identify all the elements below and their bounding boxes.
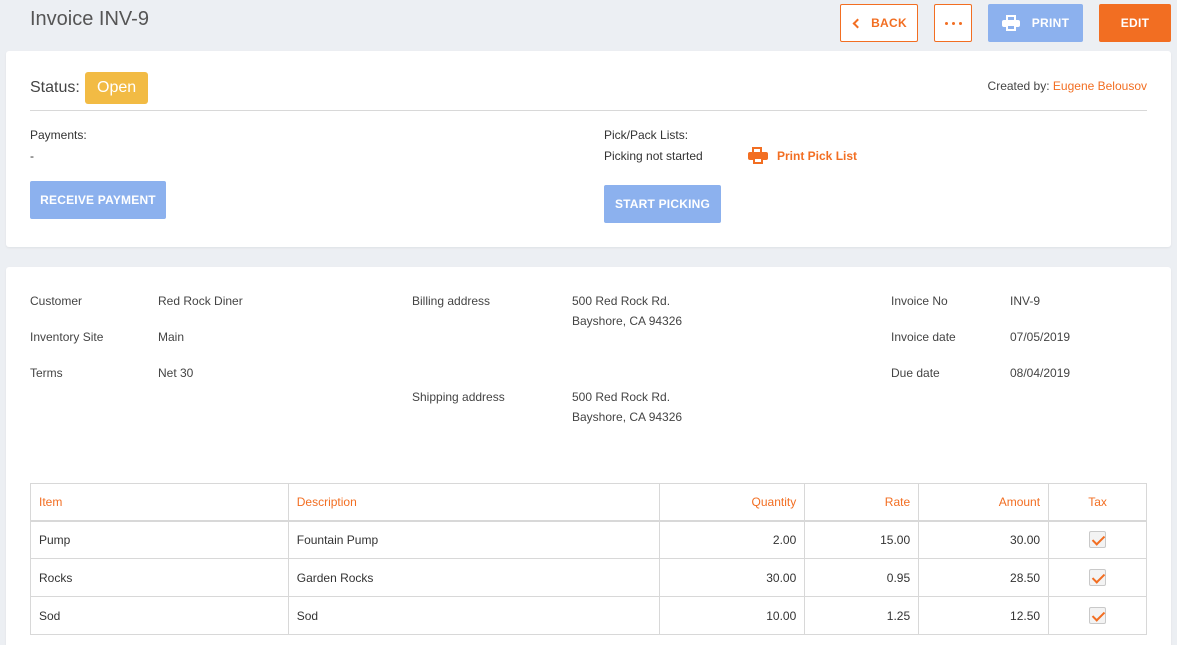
- cell-description: Garden Rocks: [287, 558, 661, 597]
- chevron-left-icon: [852, 18, 863, 28]
- printer-icon: [1001, 15, 1020, 31]
- cell-description: Sod: [287, 596, 661, 635]
- cell-quantity: 10.00: [659, 596, 806, 635]
- billing-address-label: Billing address: [412, 294, 491, 308]
- table-row: Pump Fountain Pump 2.00 15.00 30.00: [30, 520, 1147, 559]
- created-by-label: Created by:: [987, 79, 1050, 93]
- terms-label: Terms: [30, 366, 63, 380]
- cell-tax: [1048, 558, 1147, 597]
- pick-pack-label: Pick/Pack Lists:: [604, 128, 689, 142]
- cell-rate: 15.00: [804, 520, 920, 559]
- cell-tax: [1048, 520, 1147, 559]
- more-actions-button[interactable]: [934, 4, 972, 42]
- created-by: Created by: Eugene Belousov: [988, 79, 1147, 93]
- customer-label: Customer: [30, 294, 83, 308]
- invoice-no-label: Invoice No: [891, 294, 948, 308]
- column-header-tax: Tax: [1048, 483, 1147, 521]
- table-row: Rocks Garden Rocks 30.00 0.95 28.50: [30, 558, 1147, 597]
- cell-item: Sod: [30, 596, 289, 635]
- column-header-amount: Amount: [918, 483, 1050, 521]
- tax-checkbox[interactable]: [1089, 531, 1107, 549]
- table-row: Sod Sod 10.00 1.25 12.50: [30, 596, 1147, 635]
- cell-quantity: 2.00: [659, 520, 806, 559]
- created-by-user-link[interactable]: Eugene Belousov: [1053, 79, 1147, 93]
- billing-address-line1: 500 Red Rock Rd.: [572, 294, 671, 308]
- more-dots-icon: [943, 21, 964, 25]
- due-date-value: 08/04/2019: [1010, 366, 1071, 380]
- cell-amount: 12.50: [918, 596, 1050, 635]
- column-header-item: Item: [30, 483, 289, 521]
- back-button-label: BACK: [871, 16, 907, 30]
- terms-value: Net 30: [158, 366, 194, 380]
- line-items-table: Item Description Quantity Rate Amount Ta…: [30, 483, 1147, 635]
- billing-address-line2: Bayshore, CA 94326: [572, 314, 683, 328]
- status-label: Status:: [30, 79, 80, 96]
- status-card: Status: Open Created by: Eugene Belousov…: [6, 51, 1171, 247]
- inventory-site-label: Inventory Site: [30, 330, 104, 344]
- start-picking-button[interactable]: START PICKING: [604, 185, 721, 223]
- print-pick-list-label: Print Pick List: [777, 149, 858, 163]
- column-header-quantity: Quantity: [659, 483, 806, 521]
- tax-checkbox[interactable]: [1089, 569, 1107, 586]
- shipping-address-label: Shipping address: [412, 390, 505, 404]
- cell-amount: 30.00: [918, 520, 1050, 559]
- cell-item: Pump: [30, 520, 289, 559]
- divider: [30, 110, 1147, 111]
- customer-value: Red Rock Diner: [158, 294, 243, 308]
- back-button[interactable]: BACK: [840, 4, 918, 42]
- inventory-site-value: Main: [158, 330, 185, 344]
- invoice-details-card: Customer Red Rock Diner Inventory Site M…: [6, 267, 1171, 645]
- invoice-date-label: Invoice date: [891, 330, 956, 344]
- payments-value: -: [30, 149, 34, 163]
- column-header-description: Description: [287, 483, 661, 521]
- invoice-no-value: INV-9: [1010, 294, 1041, 308]
- shipping-address-line2: Bayshore, CA 94326: [572, 410, 683, 424]
- invoice-date-value: 07/05/2019: [1010, 330, 1071, 344]
- printer-icon: [748, 147, 768, 165]
- picking-status: Picking not started: [604, 149, 703, 163]
- cell-amount: 28.50: [918, 558, 1050, 597]
- status-badge: Open: [85, 72, 149, 104]
- print-button-label: PRINT: [1031, 16, 1070, 30]
- cell-quantity: 30.00: [659, 558, 806, 597]
- cell-rate: 0.95: [804, 558, 920, 597]
- column-header-rate: Rate: [804, 483, 920, 521]
- receive-payment-button[interactable]: RECEIVE PAYMENT: [30, 181, 166, 219]
- payments-label: Payments:: [30, 128, 87, 142]
- due-date-label: Due date: [891, 366, 940, 380]
- page-title: Invoice INV-9: [30, 8, 149, 30]
- cell-item: Rocks: [30, 558, 289, 597]
- table-header-row: Item Description Quantity Rate Amount Ta…: [30, 483, 1147, 521]
- print-button[interactable]: PRINT: [988, 4, 1083, 42]
- print-pick-list-link[interactable]: Print Pick List: [748, 147, 857, 165]
- cell-description: Fountain Pump: [287, 520, 661, 559]
- cell-tax: [1048, 596, 1147, 635]
- shipping-address-line1: 500 Red Rock Rd.: [572, 390, 671, 404]
- edit-button[interactable]: EDIT: [1099, 4, 1171, 42]
- cell-rate: 1.25: [804, 596, 920, 635]
- tax-checkbox[interactable]: [1089, 607, 1107, 624]
